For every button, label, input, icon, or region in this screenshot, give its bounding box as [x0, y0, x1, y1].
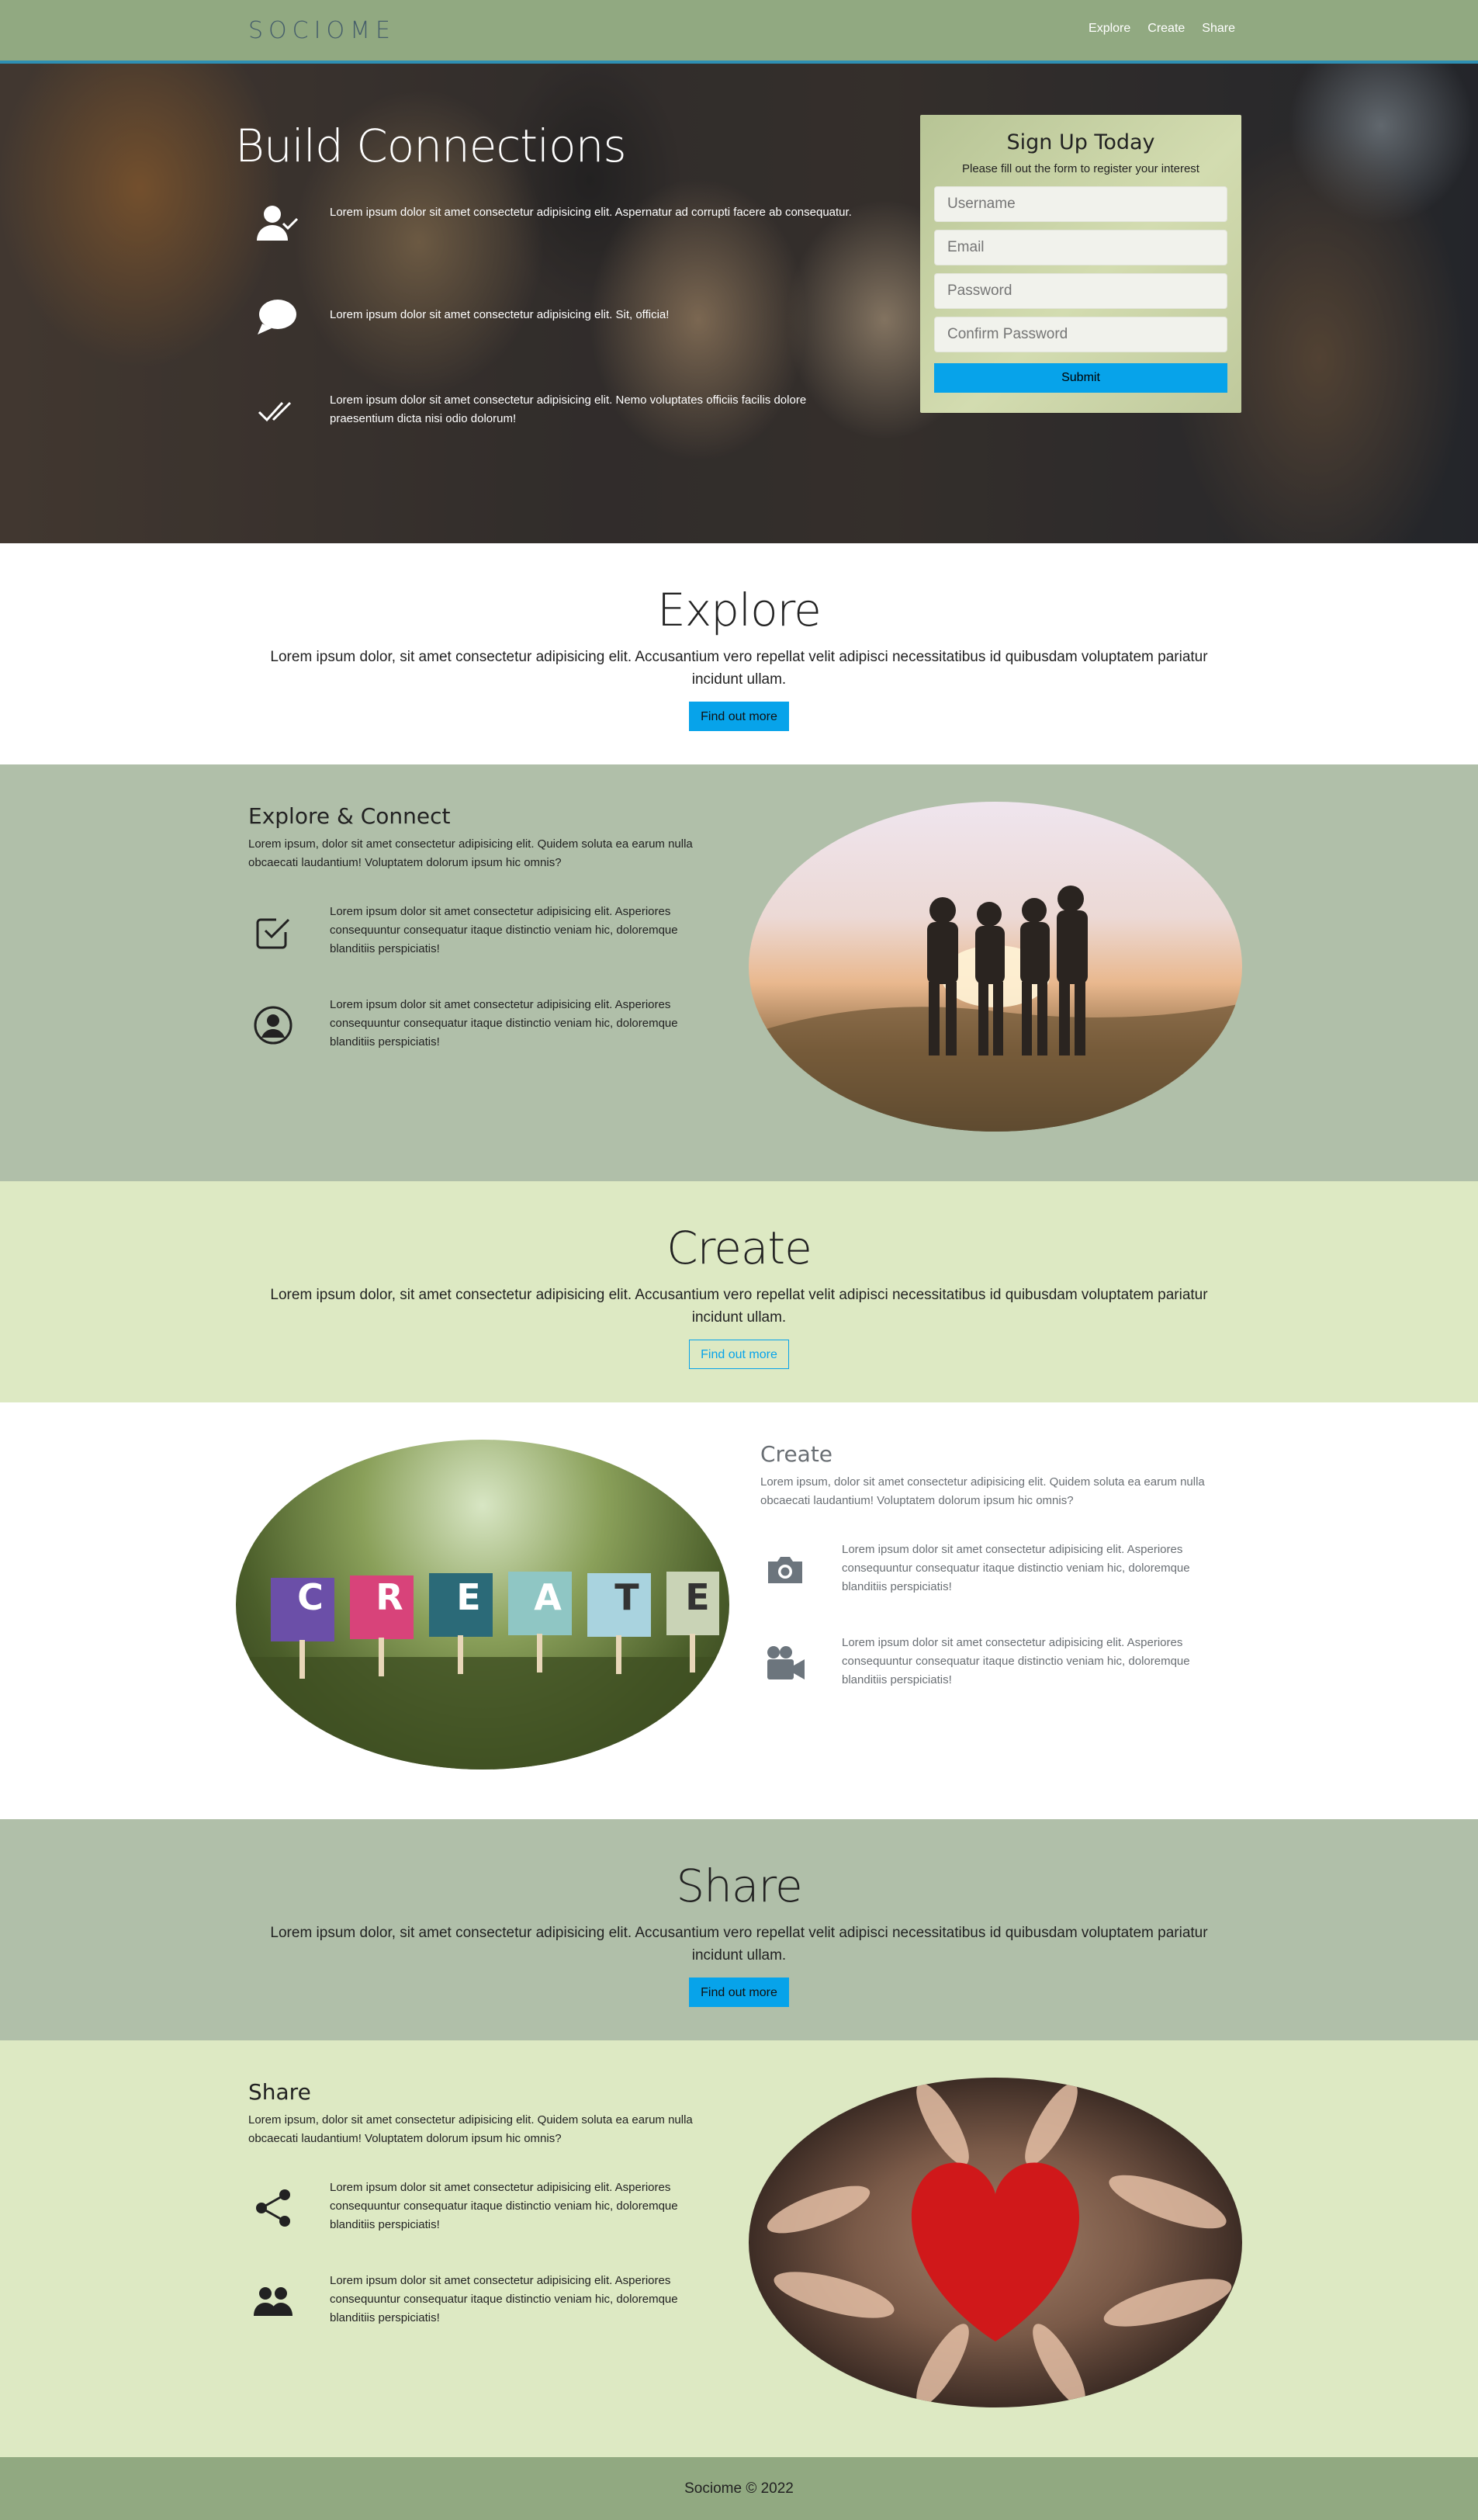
share-detail-section: Share Lorem ipsum, dolor sit amet consec…: [0, 2040, 1478, 2457]
hero-feature-text: Lorem ipsum dolor sit amet consectetur a…: [330, 206, 852, 219]
explore-banner: Explore Lorem ipsum dolor, sit amet cons…: [0, 543, 1478, 764]
password-field[interactable]: [934, 273, 1227, 309]
share-banner: Share Lorem ipsum dolor, sit amet consec…: [0, 1819, 1478, 2040]
hero-section: Build Connections Lorem ipsum dolor sit …: [0, 64, 1478, 543]
explore-detail-section: Explore & Connect Lorem ipsum, dolor sit…: [0, 764, 1478, 1181]
share-detail-lead: Lorem ipsum, dolor sit amet consectetur …: [248, 2113, 693, 2145]
create-banner: Create Lorem ipsum dolor, sit amet conse…: [0, 1181, 1478, 1402]
create-detail-lead: Lorem ipsum, dolor sit amet consectetur …: [760, 1475, 1205, 1507]
share-detail-item-text: Lorem ipsum dolor sit amet consectetur a…: [330, 2181, 678, 2231]
explore-text: Lorem ipsum dolor, sit amet consectetur …: [270, 649, 1208, 688]
create-letter: A: [534, 1576, 562, 1618]
explore-detail-lead: Lorem ipsum, dolor sit amet consectetur …: [248, 837, 693, 869]
email-field[interactable]: [934, 230, 1227, 265]
footer-copyright: Sociome © 2022: [684, 2480, 794, 2497]
hero-feature-text: Lorem ipsum dolor sit amet consectetur a…: [330, 308, 670, 321]
signup-title: Sign Up Today: [1006, 130, 1155, 154]
create-title: Create: [666, 1222, 812, 1274]
hero-feature: Lorem ipsum dolor sit amet consectetur a…: [235, 289, 871, 343]
checkbox-icon: [248, 907, 298, 957]
chat-bubble-icon: [254, 295, 300, 338]
create-detail-item: Lorem ipsum dolor sit amet consectetur a…: [760, 1541, 1226, 1603]
explore-detail-item-text: Lorem ipsum dolor sit amet consectetur a…: [330, 905, 678, 955]
explore-title: Explore: [657, 584, 822, 636]
user-check-icon: [254, 202, 300, 244]
signup-form: Sign Up Today Please fill out the form t…: [920, 115, 1241, 413]
friends-photo: [749, 802, 1242, 1132]
create-letter: E: [685, 1576, 710, 1618]
hero-feature: Lorem ipsum dolor sit amet consectetur a…: [235, 196, 871, 250]
create-letter: C: [297, 1576, 324, 1618]
camera-icon: [760, 1545, 810, 1595]
create-detail-item-text: Lorem ipsum dolor sit amet consectetur a…: [842, 1636, 1190, 1686]
confirm-password-field[interactable]: [934, 317, 1227, 352]
nav-link-share[interactable]: Share: [1202, 22, 1235, 36]
share-detail-item: Lorem ipsum dolor sit amet consectetur a…: [248, 2179, 714, 2241]
double-check-icon: [254, 390, 300, 432]
share-detail-title: Share: [248, 2079, 311, 2105]
user-circle-icon: [248, 1000, 298, 1050]
create-letter: T: [614, 1576, 639, 1618]
signup-subtitle: Please fill out the form to register you…: [962, 162, 1199, 175]
nav-link-create[interactable]: Create: [1147, 22, 1185, 36]
people-icon: [248, 2276, 298, 2326]
explore-detail-item: Lorem ipsum dolor sit amet consectetur a…: [248, 996, 714, 1058]
explore-detail-item-text: Lorem ipsum dolor sit amet consectetur a…: [330, 998, 678, 1049]
nav-link-explore[interactable]: Explore: [1089, 22, 1130, 36]
create-detail-item-text: Lorem ipsum dolor sit amet consectetur a…: [842, 1543, 1190, 1593]
create-text: Lorem ipsum dolor, sit amet consectetur …: [270, 1287, 1208, 1326]
video-camera-icon: [760, 1638, 810, 1688]
submit-button[interactable]: Submit: [934, 363, 1227, 393]
share-detail-item: Lorem ipsum dolor sit amet consectetur a…: [248, 2272, 714, 2334]
hero-feature-text: Lorem ipsum dolor sit amet consectetur a…: [330, 393, 807, 425]
create-detail-item: Lorem ipsum dolor sit amet consectetur a…: [760, 1634, 1226, 1696]
hands-heart-photo: [749, 2078, 1242, 2407]
create-detail-title: Create: [760, 1441, 833, 1467]
explore-detail-title: Explore & Connect: [248, 803, 451, 829]
brand-logo[interactable]: SOCIOME: [248, 17, 396, 44]
create-letter: R: [376, 1576, 403, 1618]
top-navbar: SOCIOME Explore Create Share: [0, 0, 1478, 64]
share-find-out-more-button[interactable]: Find out more: [689, 1978, 789, 2007]
username-field[interactable]: [934, 186, 1227, 222]
hero-title: Build Connections: [235, 120, 627, 172]
create-letter: E: [456, 1576, 481, 1618]
hero-feature: Lorem ipsum dolor sit amet consectetur a…: [235, 383, 871, 438]
create-letters-photo: C R E A T E: [236, 1440, 729, 1770]
nav-links: Explore Create Share: [1089, 22, 1235, 36]
explore-find-out-more-button[interactable]: Find out more: [689, 702, 789, 731]
share-icon: [248, 2183, 298, 2233]
footer: Sociome © 2022: [0, 2457, 1478, 2520]
share-detail-item-text: Lorem ipsum dolor sit amet consectetur a…: [330, 2274, 678, 2324]
create-detail-section: C R E A T E Create Lorem ipsum, dolor si…: [0, 1402, 1478, 1819]
create-find-out-more-button[interactable]: Find out more: [689, 1340, 789, 1369]
share-title: Share: [676, 1860, 802, 1912]
explore-detail-item: Lorem ipsum dolor sit amet consectetur a…: [248, 903, 714, 965]
share-text: Lorem ipsum dolor, sit amet consectetur …: [270, 1925, 1208, 1964]
